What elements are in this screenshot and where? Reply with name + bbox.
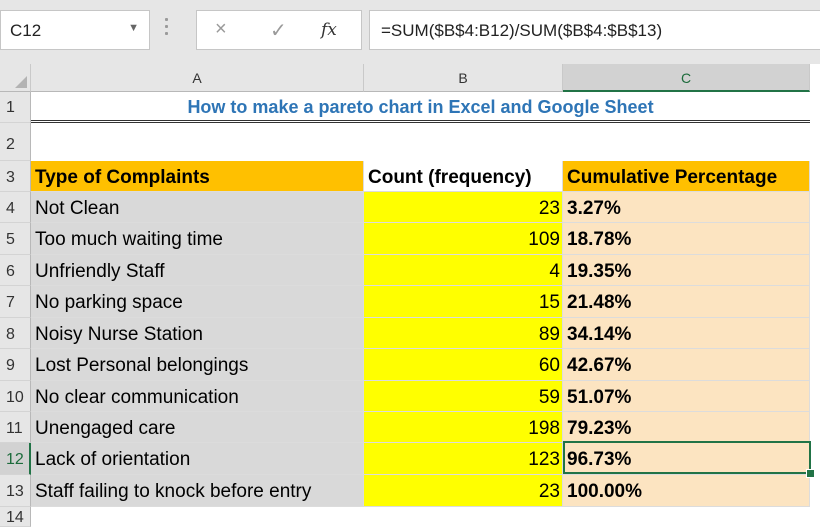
complaint-type-cell[interactable]: Unfriendly Staff [31, 255, 364, 286]
complaint-type-cell[interactable]: Noisy Nurse Station [31, 318, 364, 349]
cumulative-cell[interactable]: 18.78% [563, 223, 810, 255]
column-header-c[interactable]: C [563, 64, 810, 92]
cumulative-cell[interactable]: 100.00% [563, 475, 810, 507]
grid-edge [810, 64, 820, 521]
count-cell[interactable]: 4 [364, 255, 563, 286]
row-header[interactable]: 4 [0, 192, 31, 223]
count-cell[interactable]: 89 [364, 318, 563, 349]
cumulative-cell[interactable]: 42.67% [563, 349, 810, 381]
cancel-icon[interactable]: × [215, 18, 227, 41]
count-cell[interactable]: 23 [364, 475, 563, 507]
row-header[interactable]: 7 [0, 286, 31, 318]
insert-function-icon[interactable]: fx [321, 20, 337, 40]
enter-icon[interactable]: ✓ [270, 18, 287, 43]
count-cell[interactable]: 15 [364, 286, 563, 318]
complaint-type-cell[interactable]: Lost Personal belongings [31, 349, 364, 381]
name-box[interactable]: C12 ▼ [0, 10, 150, 50]
row-header[interactable]: 5 [0, 223, 31, 255]
cumulative-cell[interactable]: 34.14% [563, 318, 810, 349]
formula-buttons: × ✓ fx [196, 10, 362, 50]
complaint-type-cell[interactable]: Too much waiting time [31, 223, 364, 255]
complaint-type-cell[interactable]: Not Clean [31, 192, 364, 223]
count-cell[interactable]: 23 [364, 192, 563, 223]
cumulative-cell[interactable]: 19.35% [563, 255, 810, 286]
row-header[interactable]: 13 [0, 475, 31, 507]
row-header[interactable]: 6 [0, 255, 31, 286]
chevron-down-icon[interactable]: ▼ [128, 22, 139, 34]
row-header[interactable]: 9 [0, 349, 31, 381]
complaint-type-cell[interactable]: Staff failing to knock before entry [31, 475, 364, 507]
row-header[interactable]: 8 [0, 318, 31, 349]
count-cell[interactable]: 109 [364, 223, 563, 255]
count-cell[interactable]: 198 [364, 412, 563, 443]
cumulative-cell[interactable]: 3.27% [563, 192, 810, 223]
complaint-type-cell[interactable]: Lack of orientation [31, 443, 364, 475]
column-header-b[interactable]: B [364, 64, 563, 92]
header-cell-c[interactable]: Cumulative Percentage [563, 161, 810, 192]
count-cell[interactable]: 123 [364, 443, 563, 475]
row-header[interactable]: 3 [0, 161, 31, 192]
row-header[interactable]: 1 [0, 92, 31, 123]
select-all-corner[interactable] [0, 64, 31, 92]
count-cell[interactable]: 59 [364, 381, 563, 412]
sheet-title[interactable]: How to make a pareto chart in Excel and … [31, 92, 810, 123]
row-header[interactable]: 10 [0, 381, 31, 412]
cumulative-cell[interactable]: 21.48% [563, 286, 810, 318]
drag-handle-icon[interactable] [165, 18, 169, 42]
complaint-type-cell[interactable]: No clear communication [31, 381, 364, 412]
formula-input[interactable]: =SUM($B$4:B12)/SUM($B$4:$B$13) [369, 10, 820, 50]
count-cell[interactable]: 60 [364, 349, 563, 381]
cumulative-cell[interactable]: 79.23% [563, 412, 810, 443]
complaint-type-cell[interactable]: No parking space [31, 286, 364, 318]
cumulative-cell[interactable]: 96.73% [563, 443, 810, 475]
name-box-value: C12 [10, 21, 42, 40]
complaint-type-cell[interactable]: Unengaged care [31, 412, 364, 443]
header-cell-a[interactable]: Type of Complaints [31, 161, 364, 192]
cumulative-cell[interactable]: 51.07% [563, 381, 810, 412]
row-header[interactable]: 11 [0, 412, 31, 443]
header-cell-b[interactable]: Count (frequency) [364, 161, 563, 192]
column-header-a[interactable]: A [31, 64, 364, 92]
formula-text: =SUM($B$4:B12)/SUM($B$4:$B$13) [381, 21, 663, 40]
formula-bar: C12 ▼ × ✓ fx =SUM($B$4:B12)/SUM($B$4:$B$… [0, 0, 820, 64]
row-header[interactable]: 14 [0, 507, 31, 527]
row-header[interactable]: 12 [0, 443, 31, 475]
row-header[interactable]: 2 [0, 123, 31, 161]
fill-handle[interactable] [806, 469, 815, 478]
